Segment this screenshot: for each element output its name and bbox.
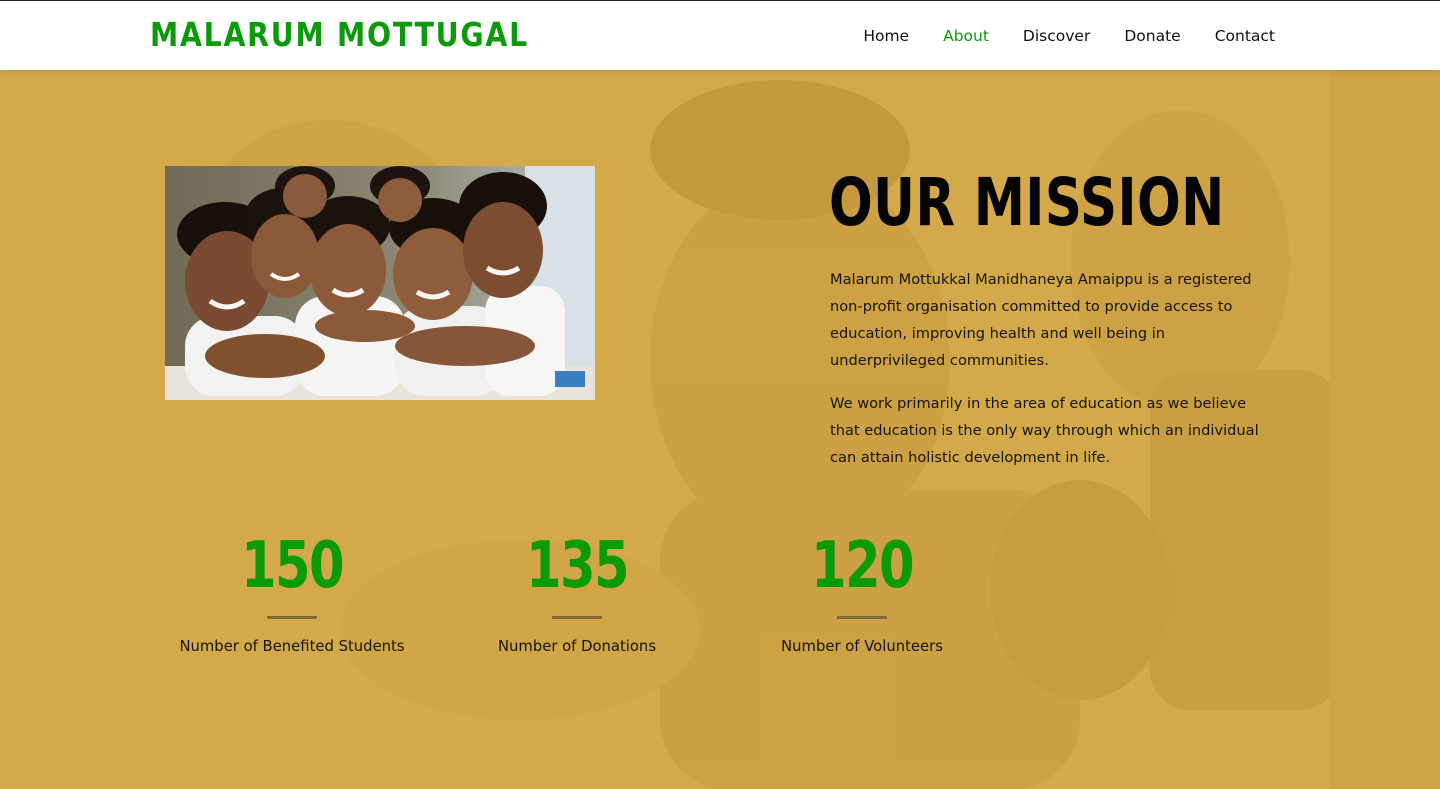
stat-number: 120 xyxy=(810,529,915,603)
site-header: MALARUM MOTTUGAL Home About Discover Don… xyxy=(0,0,1440,70)
mission-heading: OUR MISSION xyxy=(829,164,1225,241)
nav-discover[interactable]: Discover xyxy=(1023,27,1090,45)
nav-donate[interactable]: Donate xyxy=(1124,27,1180,45)
nav-about[interactable]: About xyxy=(943,27,989,45)
mission-paragraph: We work primarily in the area of educati… xyxy=(830,395,1259,466)
stat-number: 150 xyxy=(240,529,345,603)
stat-volunteers: 120 Number of Volunteers xyxy=(727,528,997,655)
site-logo[interactable]: MALARUM MOTTUGAL xyxy=(150,15,529,54)
stat-number: 135 xyxy=(525,529,630,603)
stat-donations: 135 Number of Donations xyxy=(442,528,712,655)
nav-home[interactable]: Home xyxy=(863,27,909,45)
children-group-photo xyxy=(165,166,595,400)
stat-divider xyxy=(837,616,887,619)
stat-label: Number of Donations xyxy=(497,638,657,655)
about-hero-section: OUR MISSION Malarum Mottukkal Manidhaney… xyxy=(0,70,1440,789)
main-nav: Home About Discover Donate Contact xyxy=(829,1,1275,71)
stat-benefited-students: 150 Number of Benefited Students xyxy=(157,528,427,655)
nav-contact[interactable]: Contact xyxy=(1215,27,1275,45)
stat-divider xyxy=(267,616,317,619)
mission-description: Malarum Mottukkal Manidhaneya Amaippu is… xyxy=(830,266,1280,487)
stat-divider xyxy=(552,616,602,619)
stat-label: Number of Benefited Students xyxy=(179,638,405,655)
mission-paragraph: Malarum Mottukkal Manidhaneya Amaippu is… xyxy=(830,271,1252,369)
stat-label: Number of Volunteers xyxy=(781,638,943,655)
